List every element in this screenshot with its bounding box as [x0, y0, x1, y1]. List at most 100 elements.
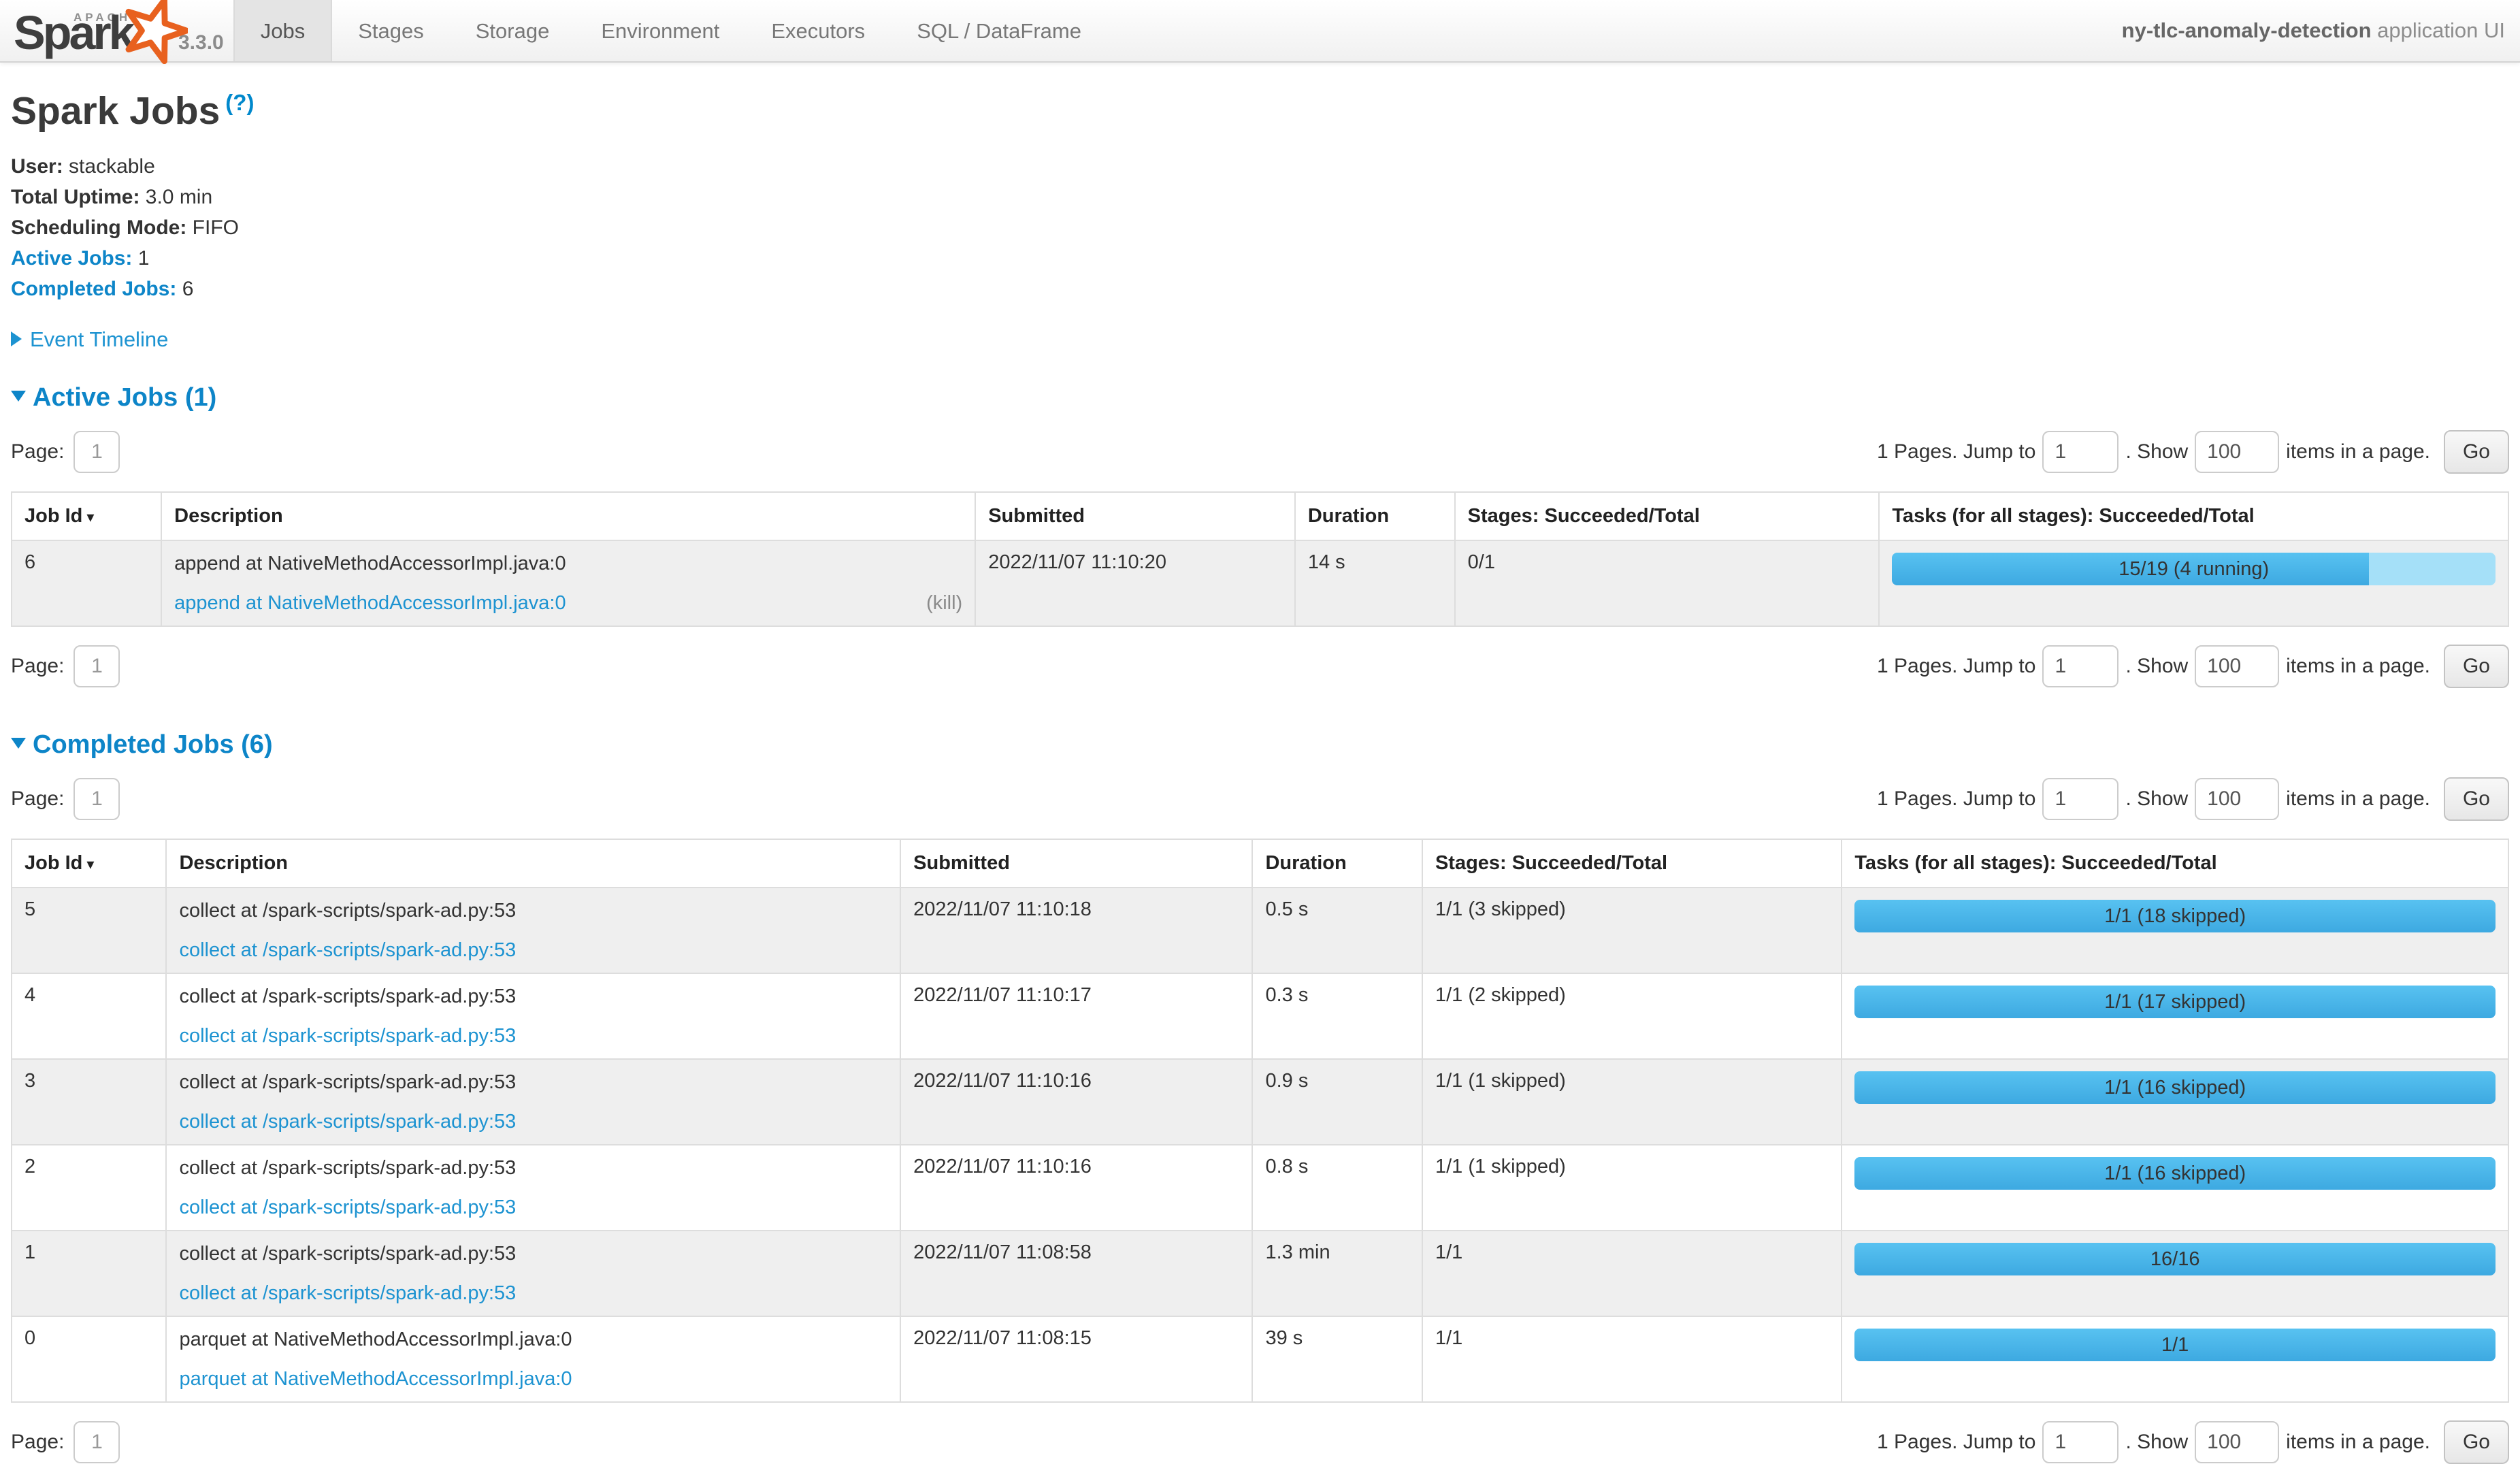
col-duration[interactable]: Duration	[1252, 839, 1422, 888]
job-tasks-cell: 1/1 (18 skipped)	[1842, 888, 2508, 973]
application-name: ny-tlc-anomaly-detection	[2122, 18, 2372, 42]
page-label: Page:	[11, 1431, 64, 1454]
show-text: . Show	[2125, 440, 2188, 463]
summary-scheduling-value: FIFO	[193, 216, 239, 239]
go-button[interactable]: Go	[2444, 645, 2509, 688]
job-tasks-cell: 1/1	[1842, 1316, 2508, 1402]
summary-scheduling-label: Scheduling Mode:	[11, 216, 186, 239]
job-tasks-cell: 15/19 (4 running)	[1879, 540, 2508, 626]
job-description-cell: parquet at NativeMethodAccessorImpl.java…	[166, 1316, 900, 1402]
job-submitted-cell: 2022/11/07 11:10:20	[975, 540, 1295, 626]
summary-uptime: Total Uptime: 3.0 min	[11, 182, 2509, 212]
spark-logo[interactable]: APACHE Spark	[10, 0, 171, 63]
jump-to-input[interactable]	[2042, 778, 2118, 820]
summary-uptime-value: 3.0 min	[146, 186, 212, 208]
col-job-id[interactable]: Job Id▾	[12, 492, 161, 540]
job-stages-cell: 1/1 (1 skipped)	[1422, 1145, 1842, 1231]
expanded-arrow-icon	[11, 738, 26, 749]
job-duration-cell: 0.9 s	[1252, 1059, 1422, 1145]
active-jobs-table: Job Id▾ Description Submitted Duration S…	[11, 491, 2509, 627]
task-progress-bar: 16/16	[1854, 1243, 2496, 1275]
items-per-page-input[interactable]	[2195, 645, 2279, 687]
logo-spark-text: Spark	[14, 5, 133, 60]
job-description-link[interactable]: collect at /spark-scripts/spark-ad.py:53	[179, 1024, 516, 1048]
job-description-link[interactable]: collect at /spark-scripts/spark-ad.py:53	[179, 1109, 516, 1134]
summary-user-value: stackable	[69, 155, 155, 178]
job-submitted-cell: 2022/11/07 11:08:58	[900, 1231, 1252, 1316]
items-per-page-input[interactable]	[2195, 431, 2279, 473]
event-timeline-toggle[interactable]: Event Timeline	[11, 327, 2509, 352]
tab-executors[interactable]: Executors	[745, 0, 891, 61]
items-per-page-input[interactable]	[2195, 778, 2279, 820]
job-duration-cell: 0.8 s	[1252, 1145, 1422, 1231]
kill-link[interactable]: (kill)	[926, 591, 962, 615]
summary-active-jobs: Active Jobs: 1	[11, 243, 2509, 274]
summary-user-label: User:	[11, 155, 63, 178]
completed-jobs-link[interactable]: Completed Jobs:	[11, 278, 176, 300]
sort-desc-icon: ▾	[86, 856, 94, 873]
page-label: Page:	[11, 655, 64, 678]
job-description-link[interactable]: collect at /spark-scripts/spark-ad.py:53	[179, 1281, 516, 1305]
job-description-cell: collect at /spark-scripts/spark-ad.py:53…	[166, 1059, 900, 1145]
help-link[interactable]: (?)	[225, 90, 254, 115]
job-description-text: collect at /spark-scripts/spark-ad.py:53	[179, 1070, 887, 1094]
tab-stages[interactable]: Stages	[332, 0, 450, 61]
tab-sql-dataframe[interactable]: SQL / DataFrame	[891, 0, 1107, 61]
job-submitted-cell: 2022/11/07 11:10:18	[900, 888, 1252, 973]
col-tasks[interactable]: Tasks (for all stages): Succeeded/Total	[1842, 839, 2508, 888]
page-label: Page:	[11, 787, 64, 811]
col-submitted[interactable]: Submitted	[900, 839, 1252, 888]
col-stages[interactable]: Stages: Succeeded/Total	[1455, 492, 1880, 540]
jump-to-input[interactable]	[2042, 1421, 2118, 1463]
task-progress-bar: 1/1 (18 skipped)	[1854, 900, 2496, 932]
job-tasks-cell: 16/16	[1842, 1231, 2508, 1316]
page-number-input[interactable]	[73, 778, 120, 820]
col-submitted[interactable]: Submitted	[975, 492, 1295, 540]
items-per-page-input[interactable]	[2195, 1421, 2279, 1463]
items-text: items in a page.	[2286, 655, 2430, 678]
task-progress-bar: 1/1 (17 skipped)	[1854, 986, 2496, 1018]
progress-label: 1/1 (16 skipped)	[1854, 1157, 2496, 1190]
page-number-input[interactable]	[73, 431, 120, 473]
job-description-link[interactable]: collect at /spark-scripts/spark-ad.py:53	[179, 938, 516, 962]
go-button[interactable]: Go	[2444, 1420, 2509, 1464]
col-job-id[interactable]: Job Id▾	[12, 839, 166, 888]
main-content: Spark Jobs(?) User: stackable Total Upti…	[0, 88, 2520, 1464]
active-jobs-link[interactable]: Active Jobs:	[11, 247, 132, 270]
event-timeline-label: Event Timeline	[30, 327, 168, 351]
completed-jobs-section-header[interactable]: Completed Jobs (6)	[11, 730, 2509, 760]
job-description-link[interactable]: append at NativeMethodAccessorImpl.java:…	[174, 591, 566, 615]
progress-label: 1/1 (16 skipped)	[1854, 1071, 2496, 1104]
completed-job-row: 2 collect at /spark-scripts/spark-ad.py:…	[12, 1145, 2508, 1231]
jump-to-input[interactable]	[2042, 645, 2118, 687]
job-description-cell: collect at /spark-scripts/spark-ad.py:53…	[166, 1145, 900, 1231]
completed-jobs-pagination-top: Page: 1 Pages. Jump to . Show items in a…	[11, 777, 2509, 821]
job-id-cell: 5	[12, 888, 166, 973]
completed-job-row: 5 collect at /spark-scripts/spark-ad.py:…	[12, 888, 2508, 973]
page-number-input[interactable]	[73, 1421, 120, 1463]
job-stages-cell: 1/1	[1422, 1316, 1842, 1402]
job-description-link[interactable]: parquet at NativeMethodAccessorImpl.java…	[179, 1367, 572, 1391]
col-tasks[interactable]: Tasks (for all stages): Succeeded/Total	[1879, 492, 2508, 540]
progress-label: 1/1	[1854, 1329, 2496, 1361]
jump-to-input[interactable]	[2042, 431, 2118, 473]
job-description-link[interactable]: collect at /spark-scripts/spark-ad.py:53	[179, 1195, 516, 1220]
go-button[interactable]: Go	[2444, 777, 2509, 821]
col-description[interactable]: Description	[161, 492, 975, 540]
tab-jobs[interactable]: Jobs	[233, 0, 332, 61]
active-jobs-pagination-bottom: Page: 1 Pages. Jump to . Show items in a…	[11, 645, 2509, 688]
task-progress-bar: 1/1 (16 skipped)	[1854, 1157, 2496, 1190]
col-description[interactable]: Description	[166, 839, 900, 888]
job-id-cell: 6	[12, 540, 161, 626]
tab-environment[interactable]: Environment	[575, 0, 745, 61]
job-stages-cell: 1/1 (3 skipped)	[1422, 888, 1842, 973]
job-description-text: parquet at NativeMethodAccessorImpl.java…	[179, 1327, 887, 1352]
tab-storage[interactable]: Storage	[450, 0, 576, 61]
col-stages[interactable]: Stages: Succeeded/Total	[1422, 839, 1842, 888]
go-button[interactable]: Go	[2444, 430, 2509, 474]
job-description-text: collect at /spark-scripts/spark-ad.py:53	[179, 984, 887, 1009]
pages-jump-text: 1 Pages. Jump to	[1877, 787, 2035, 811]
page-number-input[interactable]	[73, 645, 120, 687]
active-jobs-section-header[interactable]: Active Jobs (1)	[11, 383, 2509, 412]
col-duration[interactable]: Duration	[1295, 492, 1455, 540]
